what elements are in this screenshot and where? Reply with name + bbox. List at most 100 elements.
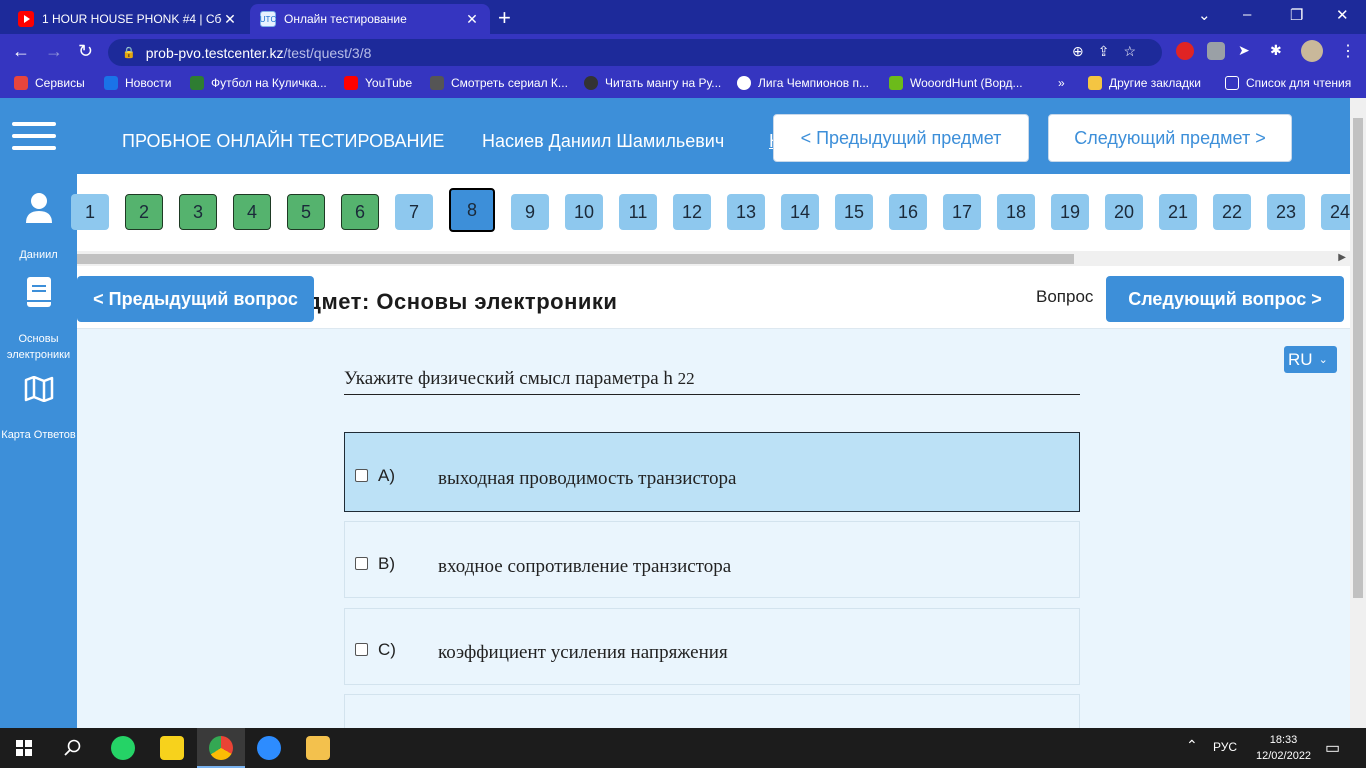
extension-icon[interactable] xyxy=(1207,42,1225,60)
prev-question-button[interactable]: < Предыдущий вопрос xyxy=(77,276,314,322)
question-number-13[interactable]: 13 xyxy=(727,194,765,230)
close-tab-icon[interactable]: ✕ xyxy=(464,11,480,28)
vertical-scrollbar[interactable] xyxy=(1350,98,1366,728)
question-number-3[interactable]: 3 xyxy=(179,194,217,230)
question-number-15[interactable]: 15 xyxy=(835,194,873,230)
youtube-icon xyxy=(344,76,358,90)
bookmark-youtube[interactable]: YouTube xyxy=(344,76,412,90)
horizontal-scrollbar[interactable]: ▶ xyxy=(77,251,1350,266)
next-question-button[interactable]: Следующий вопрос > xyxy=(1106,276,1344,322)
bookmark-reading-list[interactable]: Список для чтения xyxy=(1225,76,1351,90)
new-tab-button[interactable]: + xyxy=(498,5,511,31)
question-number-10[interactable]: 10 xyxy=(565,194,603,230)
youtube-icon xyxy=(18,11,34,27)
answer-checkbox[interactable] xyxy=(355,643,368,656)
question-number-5[interactable]: 5 xyxy=(287,194,325,230)
sidebar-item-subject[interactable]: Основы электроники xyxy=(0,276,77,363)
question-number-23[interactable]: 23 xyxy=(1267,194,1305,230)
sidebar-item-answer-map[interactable]: Карта Ответов xyxy=(0,375,77,443)
profile-avatar[interactable] xyxy=(1301,40,1323,62)
answer-option-b[interactable]: B) входное сопротивление транзистора xyxy=(344,521,1080,598)
question-number-8[interactable]: 8 xyxy=(449,188,495,232)
system-clock[interactable]: 18:33 12/02/2022 xyxy=(1256,732,1311,764)
bookmark-series[interactable]: Смотреть сериал К... xyxy=(430,76,568,90)
close-window-button[interactable]: ✕ xyxy=(1336,6,1349,24)
answer-checkbox[interactable] xyxy=(355,469,368,482)
bookmark-wooordhunt[interactable]: WooordHunt (Ворд... xyxy=(889,76,1023,90)
bookmark-label: WooordHunt (Ворд... xyxy=(910,76,1023,90)
question-number-16[interactable]: 16 xyxy=(889,194,927,230)
question-number-17[interactable]: 17 xyxy=(943,194,981,230)
user-name: Насиев Даниил Шамильевич xyxy=(482,131,725,151)
map-icon xyxy=(24,375,53,403)
sidebar-item-user[interactable]: Даниил xyxy=(0,192,77,263)
answer-option-a[interactable]: A) выходная проводимость транзистора xyxy=(344,432,1080,512)
question-number-19[interactable]: 19 xyxy=(1051,194,1089,230)
question-number-11[interactable]: 11 xyxy=(619,194,657,230)
user-icon xyxy=(25,193,52,223)
answer-option-d[interactable] xyxy=(344,694,1080,728)
bookmark-news[interactable]: Новости xyxy=(104,76,171,90)
answer-checkbox[interactable] xyxy=(355,557,368,570)
bookmark-other[interactable]: Другие закладки xyxy=(1088,76,1201,90)
bookmark-label: Футбол на Куличка... xyxy=(211,76,327,90)
windows-start-icon[interactable] xyxy=(16,740,32,756)
tab-search-icon[interactable]: ⌄ xyxy=(1198,6,1211,24)
adblock-extension-icon[interactable] xyxy=(1176,42,1194,60)
sticky-notes-icon[interactable] xyxy=(160,736,184,760)
bookmarks-overflow[interactable]: » xyxy=(1058,76,1065,90)
tab-online-testing[interactable]: UTC Онлайн тестирование ✕ xyxy=(250,4,490,34)
windows-taskbar: ⌃ РУС 18:33 12/02/2022 ▭ xyxy=(0,728,1366,768)
language-select[interactable]: RU ⌄ xyxy=(1284,346,1337,373)
site-brand: ПРОБНОЕ ОНЛАЙН ТЕСТИРОВАНИЕ xyxy=(122,131,445,151)
question-label: Вопрос xyxy=(1036,287,1094,306)
hamburger-menu-icon[interactable] xyxy=(12,122,56,158)
search-icon[interactable] xyxy=(64,739,82,757)
address-bar[interactable]: 🔒 prob-pvo.testcenter.kz/test/quest/3/8 … xyxy=(108,39,1162,66)
extensions-puzzle-icon[interactable]: ✱ xyxy=(1270,42,1288,60)
bookmark-services[interactable]: Сервисы xyxy=(14,76,85,90)
forward-button[interactable]: → xyxy=(45,41,63,62)
browser-nav-bar: ← → ↻ 🔒 prob-pvo.testcenter.kz/test/ques… xyxy=(0,34,1366,70)
minimize-button[interactable]: – xyxy=(1243,6,1251,23)
question-number-9[interactable]: 9 xyxy=(511,194,549,230)
cursor-extension-icon[interactable]: ➤ xyxy=(1238,42,1256,60)
scroll-right-icon[interactable]: ▶ xyxy=(1338,252,1346,263)
bookmark-champions[interactable]: Лига Чемпионов п... xyxy=(737,76,869,90)
question-number-12[interactable]: 12 xyxy=(673,194,711,230)
next-subject-button[interactable]: Следующий предмет > xyxy=(1048,114,1292,162)
restore-button[interactable]: ❐ xyxy=(1290,6,1303,24)
bookmark-manga[interactable]: Читать мангу на Ру... xyxy=(584,76,721,90)
menu-kebab-icon[interactable]: ⋮ xyxy=(1340,41,1356,61)
file-explorer-icon[interactable] xyxy=(306,736,330,760)
whatsapp-icon[interactable] xyxy=(111,736,135,760)
question-number-21[interactable]: 21 xyxy=(1159,194,1197,230)
question-number-1[interactable]: 1 xyxy=(71,194,109,230)
omnibox-actions[interactable]: ⊕⇪☆ xyxy=(1072,43,1150,60)
question-number-18[interactable]: 18 xyxy=(997,194,1035,230)
question-number-2[interactable]: 2 xyxy=(125,194,163,230)
bookmarks-bar: Сервисы Новости Футбол на Куличка... You… xyxy=(0,70,1366,98)
reload-button[interactable]: ↻ xyxy=(78,41,93,62)
notification-icon[interactable]: ▭ xyxy=(1325,738,1340,758)
question-number-22[interactable]: 22 xyxy=(1213,194,1251,230)
question-number-20[interactable]: 20 xyxy=(1105,194,1143,230)
question-number-strip: 1 2 3 4 5 6 7 8 9 10 11 12 13 14 15 16 17 18 19 20 21 22 23 24 … xyxy=(71,174,1359,269)
hd-icon xyxy=(430,76,444,90)
back-button[interactable]: ← xyxy=(12,41,30,62)
input-language[interactable]: РУС xyxy=(1213,740,1237,754)
tray-overflow-icon[interactable]: ⌃ xyxy=(1186,737,1198,754)
answer-option-c[interactable]: C) коэффициент усиления напряжения xyxy=(344,608,1080,685)
question-number-14[interactable]: 14 xyxy=(781,194,819,230)
question-number-7[interactable]: 7 xyxy=(395,194,433,230)
prev-subject-button[interactable]: < Предыдущий предмет xyxy=(773,114,1029,162)
question-number-6[interactable]: 6 xyxy=(341,194,379,230)
chrome-icon[interactable] xyxy=(209,736,233,760)
close-tab-icon[interactable]: ✕ xyxy=(222,11,238,28)
scrollbar-thumb[interactable] xyxy=(1353,118,1363,598)
question-number-4[interactable]: 4 xyxy=(233,194,271,230)
tab-youtube[interactable]: 1 HOUR HOUSE PHONK #4 | Сбо ✕ xyxy=(8,4,248,34)
zoom-icon[interactable] xyxy=(257,736,281,760)
scrollbar-thumb[interactable] xyxy=(77,254,1074,264)
bookmark-football[interactable]: Футбол на Куличка... xyxy=(190,76,327,90)
